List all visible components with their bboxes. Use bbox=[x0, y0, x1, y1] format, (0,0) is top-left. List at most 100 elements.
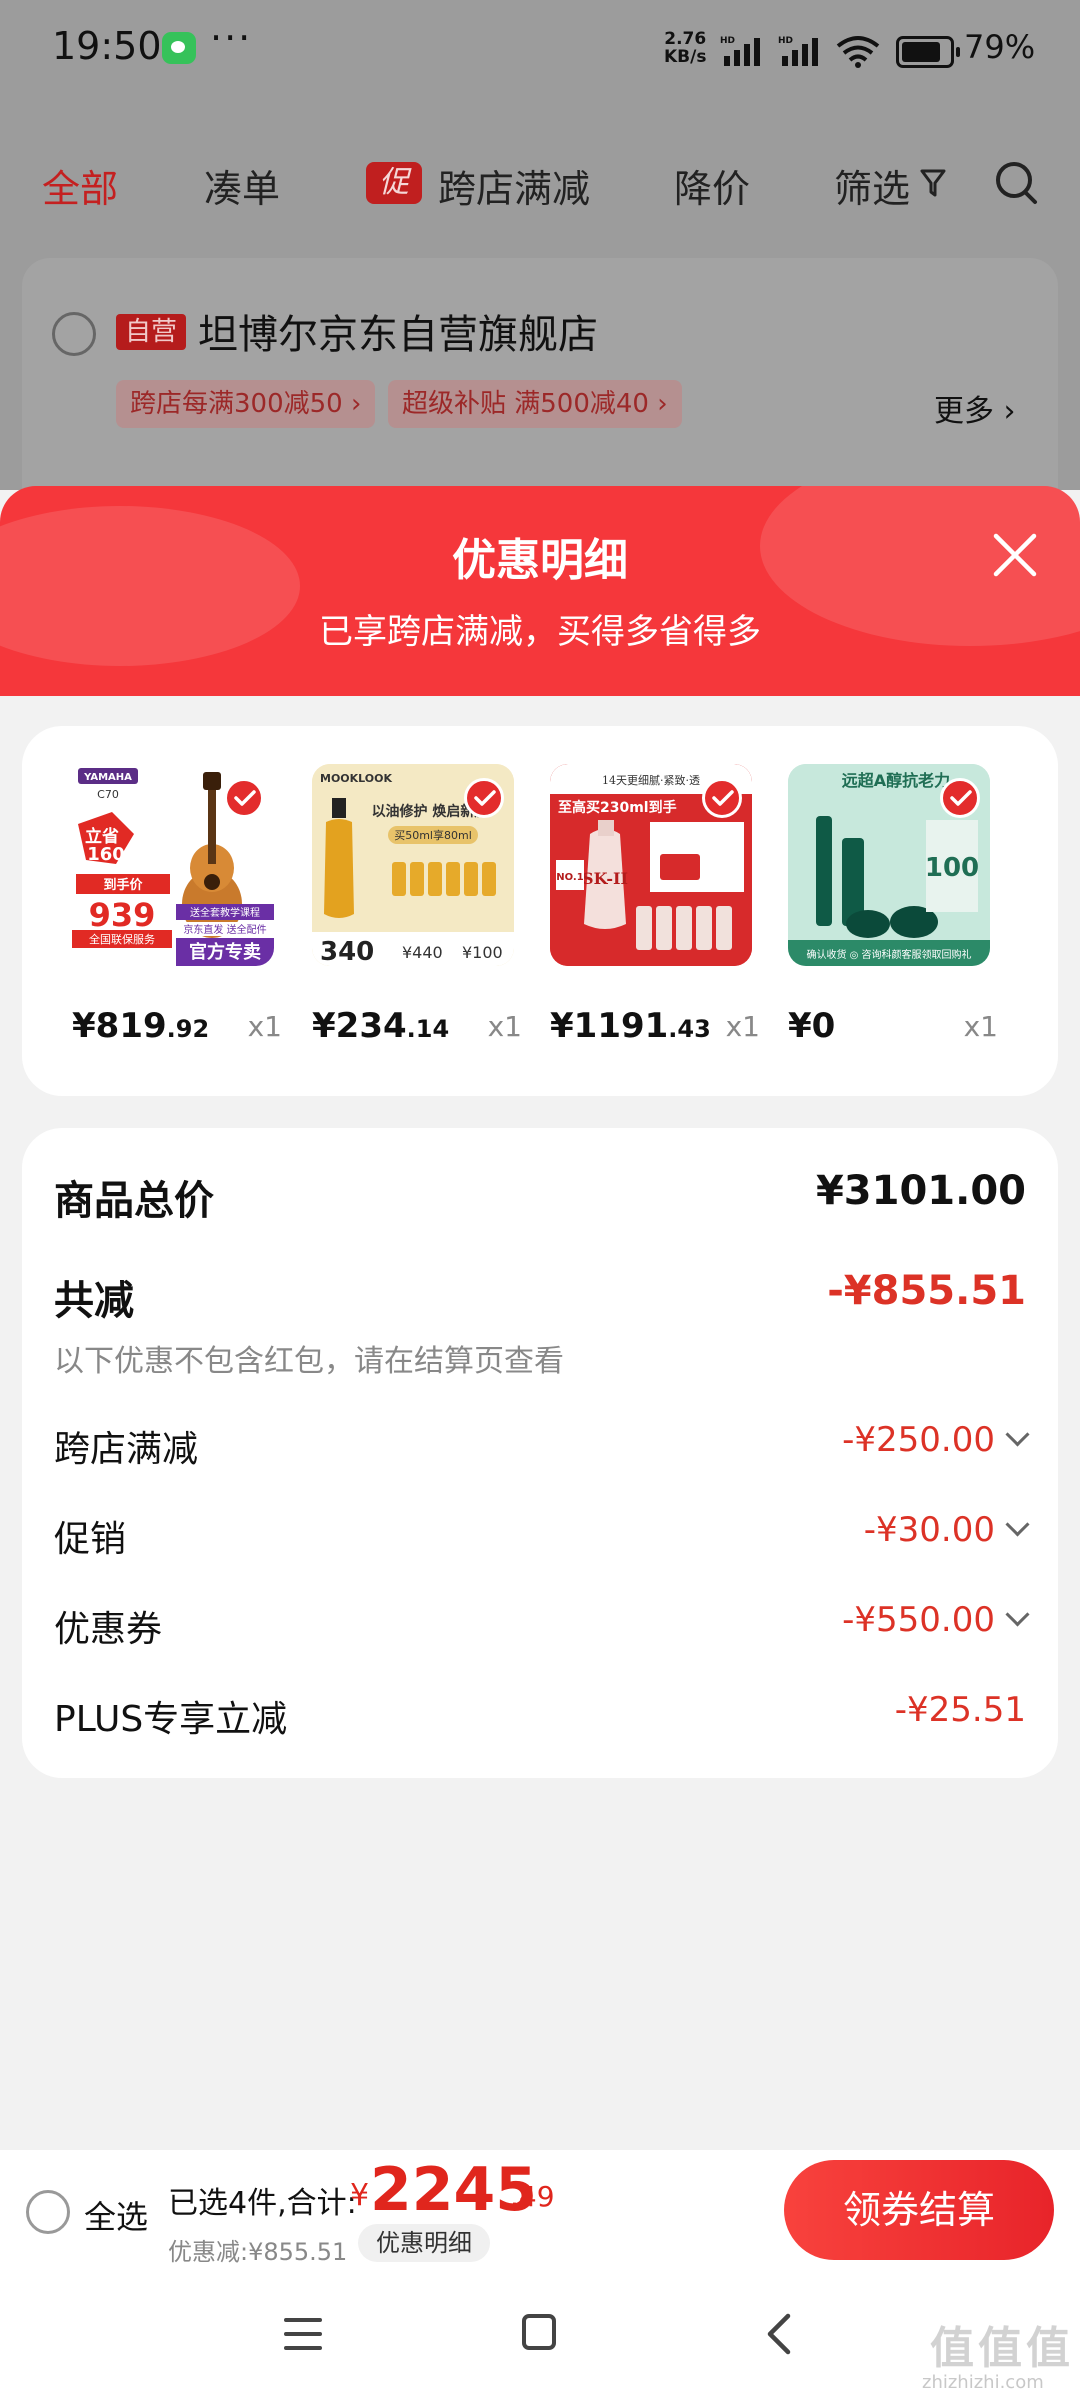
thumb-text: 官方专卖 bbox=[189, 941, 261, 963]
chevron-down-icon[interactable] bbox=[1005, 1422, 1030, 1447]
thumb-text: 全国联保服务 bbox=[89, 932, 155, 946]
product-quantity: x1 bbox=[487, 1010, 522, 1043]
menu-icon[interactable] bbox=[284, 2316, 322, 2352]
product-thumbnail[interactable]: 远超A醇抗老力 100 确认收货 ◎ 咨询科颜客服领取回购礼 bbox=[788, 764, 990, 966]
price-integer: ¥1191 bbox=[550, 1006, 669, 1046]
more-notifications-icon: ··· bbox=[210, 16, 253, 60]
network-speed: 2.76 KB/s bbox=[664, 30, 706, 66]
selected-check-icon bbox=[940, 778, 980, 818]
promotion-label: 促销 bbox=[54, 1519, 127, 1560]
thumb-text: NO.1 bbox=[556, 872, 583, 883]
plus-discount-value: -¥25.51 bbox=[894, 1690, 1026, 1730]
promo-tag: 促 bbox=[366, 162, 422, 204]
total-reduction-label: 共减 bbox=[54, 1278, 134, 1324]
thumb-text: 确认收货 ◎ 咨询科颜客服领取回购礼 bbox=[806, 948, 971, 961]
thumb-text: 到手价 bbox=[103, 877, 143, 893]
total-price-value: ¥3101.00 bbox=[815, 1168, 1026, 1214]
tab-filter[interactable]: 筛选 bbox=[834, 158, 910, 213]
coupon-value: -¥550.00 bbox=[842, 1600, 995, 1640]
search-icon[interactable] bbox=[994, 160, 1040, 206]
battery-level: 79% bbox=[964, 28, 1036, 66]
thumb-text: 买50ml享80ml bbox=[394, 828, 472, 842]
store-coupon-tag[interactable]: 跨店每满300减50 › bbox=[116, 380, 376, 428]
self-operated-badge: 自营 bbox=[116, 314, 186, 350]
total-decimal: .49 bbox=[510, 2180, 555, 2213]
total-reduction-value: -¥855.51 bbox=[827, 1268, 1026, 1314]
checkout-button[interactable]: 领券结算 bbox=[784, 2160, 1054, 2260]
back-icon[interactable] bbox=[760, 2312, 800, 2356]
tab-price-drop[interactable]: 降价 bbox=[674, 158, 750, 213]
chevron-down-icon[interactable] bbox=[1005, 1602, 1030, 1627]
sheet-title: 优惠明细 bbox=[452, 535, 628, 586]
selected-count: 已选4件,合计: bbox=[168, 2186, 357, 2221]
store-name[interactable]: 坦博尔京东自营旗舰店 bbox=[198, 302, 598, 360]
store-more-link[interactable]: 更多 › bbox=[934, 386, 1016, 430]
tab-combine-order[interactable]: 凑单 bbox=[204, 158, 280, 213]
selected-check-icon bbox=[224, 778, 264, 818]
thumb-text: 100 bbox=[925, 853, 979, 883]
product-price: ¥0 bbox=[788, 1006, 835, 1046]
thumb-text: 至高买230ml到手 bbox=[558, 799, 677, 816]
price-integer: ¥234 bbox=[312, 1006, 407, 1046]
total-currency: ¥ bbox=[350, 2178, 370, 2213]
thumb-text: 14天更细腻·紧致·透 bbox=[602, 773, 700, 787]
product-price: ¥1191.43 bbox=[550, 1006, 711, 1046]
thumb-text: 远超A醇抗老力 bbox=[842, 771, 950, 790]
cross-store-discount-value: -¥250.00 bbox=[842, 1420, 995, 1460]
thumb-text: 939 bbox=[89, 896, 156, 934]
promotion-row[interactable]: -¥30.00 bbox=[863, 1510, 1030, 1550]
signal-icon: HD bbox=[720, 36, 760, 66]
price-summary-card: 商品总价 ¥3101.00 共减 -¥855.51 以下优惠不包含红包，请在结算… bbox=[22, 1128, 1058, 1778]
product-thumbnail[interactable]: YAMAHA C70 立省 160 到手价 939 全国联保服务 送全套教学课程… bbox=[72, 764, 274, 966]
products-card: YAMAHA C70 立省 160 到手价 939 全国联保服务 送全套教学课程… bbox=[22, 726, 1058, 1096]
store-select-radio[interactable] bbox=[52, 312, 96, 356]
product-thumbnail[interactable]: 14天更细腻·紧致·透 至高买230ml到手 SK-II NO.1 bbox=[550, 764, 752, 966]
tab-all[interactable]: 全部 bbox=[42, 158, 118, 213]
thumb-text: 340 bbox=[320, 937, 374, 966]
coupon-label: 优惠券 bbox=[54, 1609, 163, 1650]
tab-cross-store-discount[interactable]: 跨店满减 bbox=[438, 158, 590, 213]
price-integer: ¥0 bbox=[788, 1006, 836, 1046]
battery-icon bbox=[896, 36, 960, 68]
price-decimal: .43 bbox=[668, 1015, 711, 1043]
thumb-text: MOOKLOOK bbox=[320, 772, 392, 785]
watermark-logo: 值值值 bbox=[930, 2323, 1074, 2374]
chevron-down-icon[interactable] bbox=[1005, 1512, 1030, 1537]
product-quantity: x1 bbox=[725, 1010, 760, 1043]
select-all-label[interactable]: 全选 bbox=[84, 2192, 148, 2238]
discount-detail-header: 优惠明细 已享跨店满减，买得多省得多 bbox=[0, 486, 1080, 696]
coupon-row[interactable]: -¥550.00 bbox=[842, 1600, 1030, 1640]
cart-page-background: 全部 凑单 促 跨店满减 降价 筛选 自营 坦博尔京东自营旗舰店 跨店每满300… bbox=[0, 100, 1080, 490]
store-coupon-tag[interactable]: 超级补贴 满500减40 › bbox=[388, 380, 682, 428]
thumb-text: 京东直发 送全配件 bbox=[183, 923, 266, 936]
home-icon[interactable] bbox=[522, 2314, 556, 2350]
svg-text:HD: HD bbox=[720, 36, 735, 46]
network-speed-unit: KB/s bbox=[664, 47, 707, 67]
discount-detail-button[interactable]: 优惠明细 bbox=[358, 2224, 490, 2262]
price-decimal: .92 bbox=[166, 1015, 210, 1043]
total-price-label: 商品总价 bbox=[54, 1178, 214, 1224]
product-quantity: x1 bbox=[963, 1010, 998, 1043]
wifi-icon bbox=[836, 36, 880, 68]
product-thumbnail[interactable]: MOOKLOOK 以油修护 焕启新肌 买50ml享80ml 340 ¥440 ¥… bbox=[312, 764, 514, 966]
selected-check-icon bbox=[702, 778, 742, 818]
checkout-bar: 全选 已选4件,合计: ¥ 2245 .49 优惠减:¥855.51 优惠明细 … bbox=[0, 2150, 1080, 2270]
selected-check-icon bbox=[464, 778, 504, 818]
thumb-text: C70 bbox=[97, 788, 119, 801]
store-card: 自营 坦博尔京东自营旗舰店 跨店每满300减50 › 超级补贴 满500减40 … bbox=[22, 258, 1058, 490]
discount-amount: 优惠减:¥855.51 bbox=[168, 2238, 348, 2266]
cross-store-discount-row[interactable]: -¥250.00 bbox=[842, 1420, 1030, 1460]
promotion-value: -¥30.00 bbox=[863, 1510, 995, 1550]
thumb-text: 送全套教学课程 bbox=[190, 906, 260, 919]
price-integer: ¥819 bbox=[72, 1006, 167, 1046]
price-decimal: .14 bbox=[406, 1015, 450, 1043]
cross-store-discount-label: 跨店满减 bbox=[54, 1429, 199, 1470]
close-icon[interactable] bbox=[990, 530, 1040, 580]
thumb-text: YAMAHA bbox=[83, 772, 132, 783]
status-time: 19:50 bbox=[52, 24, 162, 68]
product-quantity: x1 bbox=[247, 1010, 282, 1043]
filter-icon[interactable] bbox=[920, 168, 946, 198]
thumb-text: SK-II bbox=[582, 869, 628, 888]
select-all-radio[interactable] bbox=[26, 2190, 70, 2234]
product-price: ¥234.14 bbox=[312, 1006, 449, 1046]
